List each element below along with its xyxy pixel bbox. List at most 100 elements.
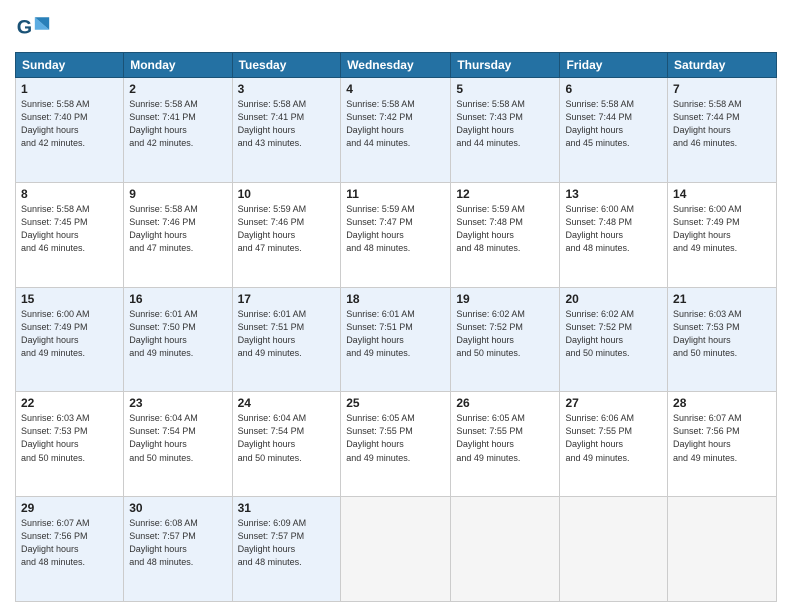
- header-cell-monday: Monday: [124, 53, 232, 78]
- header-cell-wednesday: Wednesday: [341, 53, 451, 78]
- day-info: Sunrise: 6:03 AMSunset: 7:53 PMDaylight …: [673, 308, 771, 360]
- header-cell-thursday: Thursday: [451, 53, 560, 78]
- day-info: Sunrise: 5:58 AMSunset: 7:45 PMDaylight …: [21, 203, 118, 255]
- day-info: Sunrise: 5:59 AMSunset: 7:47 PMDaylight …: [346, 203, 445, 255]
- day-cell: 9 Sunrise: 5:58 AMSunset: 7:46 PMDayligh…: [124, 182, 232, 287]
- day-info: Sunrise: 5:58 AMSunset: 7:44 PMDaylight …: [565, 98, 662, 150]
- day-cell: 10 Sunrise: 5:59 AMSunset: 7:46 PMDaylig…: [232, 182, 341, 287]
- day-number: 30: [129, 501, 226, 515]
- day-number: 4: [346, 82, 445, 96]
- day-cell: [668, 497, 777, 602]
- day-info: Sunrise: 6:02 AMSunset: 7:52 PMDaylight …: [565, 308, 662, 360]
- day-info: Sunrise: 5:58 AMSunset: 7:40 PMDaylight …: [21, 98, 118, 150]
- header: G: [15, 10, 777, 46]
- day-number: 2: [129, 82, 226, 96]
- day-number: 19: [456, 292, 554, 306]
- header-cell-friday: Friday: [560, 53, 668, 78]
- calendar-table: SundayMondayTuesdayWednesdayThursdayFrid…: [15, 52, 777, 602]
- day-cell: 8 Sunrise: 5:58 AMSunset: 7:45 PMDayligh…: [16, 182, 124, 287]
- day-number: 21: [673, 292, 771, 306]
- day-info: Sunrise: 6:02 AMSunset: 7:52 PMDaylight …: [456, 308, 554, 360]
- day-number: 23: [129, 396, 226, 410]
- day-number: 28: [673, 396, 771, 410]
- day-info: Sunrise: 6:06 AMSunset: 7:55 PMDaylight …: [565, 412, 662, 464]
- day-cell: 28 Sunrise: 6:07 AMSunset: 7:56 PMDaylig…: [668, 392, 777, 497]
- day-number: 25: [346, 396, 445, 410]
- day-info: Sunrise: 5:59 AMSunset: 7:46 PMDaylight …: [238, 203, 336, 255]
- day-number: 12: [456, 187, 554, 201]
- day-cell: 25 Sunrise: 6:05 AMSunset: 7:55 PMDaylig…: [341, 392, 451, 497]
- header-cell-sunday: Sunday: [16, 53, 124, 78]
- day-info: Sunrise: 6:05 AMSunset: 7:55 PMDaylight …: [456, 412, 554, 464]
- day-cell: 21 Sunrise: 6:03 AMSunset: 7:53 PMDaylig…: [668, 287, 777, 392]
- day-cell: 29 Sunrise: 6:07 AMSunset: 7:56 PMDaylig…: [16, 497, 124, 602]
- day-info: Sunrise: 6:04 AMSunset: 7:54 PMDaylight …: [238, 412, 336, 464]
- day-cell: 6 Sunrise: 5:58 AMSunset: 7:44 PMDayligh…: [560, 78, 668, 183]
- day-number: 9: [129, 187, 226, 201]
- day-number: 26: [456, 396, 554, 410]
- day-info: Sunrise: 5:58 AMSunset: 7:41 PMDaylight …: [238, 98, 336, 150]
- day-info: Sunrise: 6:04 AMSunset: 7:54 PMDaylight …: [129, 412, 226, 464]
- day-number: 20: [565, 292, 662, 306]
- day-number: 11: [346, 187, 445, 201]
- day-cell: 15 Sunrise: 6:00 AMSunset: 7:49 PMDaylig…: [16, 287, 124, 392]
- day-number: 24: [238, 396, 336, 410]
- day-cell: 19 Sunrise: 6:02 AMSunset: 7:52 PMDaylig…: [451, 287, 560, 392]
- day-cell: 23 Sunrise: 6:04 AMSunset: 7:54 PMDaylig…: [124, 392, 232, 497]
- day-info: Sunrise: 6:01 AMSunset: 7:51 PMDaylight …: [346, 308, 445, 360]
- day-cell: 1 Sunrise: 5:58 AMSunset: 7:40 PMDayligh…: [16, 78, 124, 183]
- day-info: Sunrise: 5:59 AMSunset: 7:48 PMDaylight …: [456, 203, 554, 255]
- svg-text:G: G: [17, 16, 32, 38]
- header-cell-tuesday: Tuesday: [232, 53, 341, 78]
- day-number: 7: [673, 82, 771, 96]
- day-cell: 12 Sunrise: 5:59 AMSunset: 7:48 PMDaylig…: [451, 182, 560, 287]
- day-cell: 2 Sunrise: 5:58 AMSunset: 7:41 PMDayligh…: [124, 78, 232, 183]
- day-info: Sunrise: 6:00 AMSunset: 7:48 PMDaylight …: [565, 203, 662, 255]
- day-info: Sunrise: 6:05 AMSunset: 7:55 PMDaylight …: [346, 412, 445, 464]
- page: G SundayMondayTuesdayWednesdayThursdayFr…: [0, 0, 792, 612]
- day-number: 27: [565, 396, 662, 410]
- header-cell-saturday: Saturday: [668, 53, 777, 78]
- day-cell: 27 Sunrise: 6:06 AMSunset: 7:55 PMDaylig…: [560, 392, 668, 497]
- day-number: 31: [238, 501, 336, 515]
- day-cell: 4 Sunrise: 5:58 AMSunset: 7:42 PMDayligh…: [341, 78, 451, 183]
- day-cell: 22 Sunrise: 6:03 AMSunset: 7:53 PMDaylig…: [16, 392, 124, 497]
- day-number: 13: [565, 187, 662, 201]
- day-info: Sunrise: 6:01 AMSunset: 7:51 PMDaylight …: [238, 308, 336, 360]
- day-number: 15: [21, 292, 118, 306]
- day-info: Sunrise: 6:09 AMSunset: 7:57 PMDaylight …: [238, 517, 336, 569]
- day-number: 17: [238, 292, 336, 306]
- day-cell: 18 Sunrise: 6:01 AMSunset: 7:51 PMDaylig…: [341, 287, 451, 392]
- week-row-1: 1 Sunrise: 5:58 AMSunset: 7:40 PMDayligh…: [16, 78, 777, 183]
- week-row-4: 22 Sunrise: 6:03 AMSunset: 7:53 PMDaylig…: [16, 392, 777, 497]
- day-info: Sunrise: 6:07 AMSunset: 7:56 PMDaylight …: [21, 517, 118, 569]
- day-cell: 30 Sunrise: 6:08 AMSunset: 7:57 PMDaylig…: [124, 497, 232, 602]
- day-cell: 7 Sunrise: 5:58 AMSunset: 7:44 PMDayligh…: [668, 78, 777, 183]
- day-info: Sunrise: 5:58 AMSunset: 7:46 PMDaylight …: [129, 203, 226, 255]
- day-cell: [341, 497, 451, 602]
- day-cell: 31 Sunrise: 6:09 AMSunset: 7:57 PMDaylig…: [232, 497, 341, 602]
- day-cell: 16 Sunrise: 6:01 AMSunset: 7:50 PMDaylig…: [124, 287, 232, 392]
- day-number: 22: [21, 396, 118, 410]
- day-cell: 3 Sunrise: 5:58 AMSunset: 7:41 PMDayligh…: [232, 78, 341, 183]
- day-info: Sunrise: 6:00 AMSunset: 7:49 PMDaylight …: [21, 308, 118, 360]
- week-row-2: 8 Sunrise: 5:58 AMSunset: 7:45 PMDayligh…: [16, 182, 777, 287]
- day-info: Sunrise: 5:58 AMSunset: 7:41 PMDaylight …: [129, 98, 226, 150]
- day-cell: 26 Sunrise: 6:05 AMSunset: 7:55 PMDaylig…: [451, 392, 560, 497]
- logo: G: [15, 10, 55, 46]
- day-cell: 20 Sunrise: 6:02 AMSunset: 7:52 PMDaylig…: [560, 287, 668, 392]
- week-row-3: 15 Sunrise: 6:00 AMSunset: 7:49 PMDaylig…: [16, 287, 777, 392]
- header-row: SundayMondayTuesdayWednesdayThursdayFrid…: [16, 53, 777, 78]
- day-number: 3: [238, 82, 336, 96]
- day-number: 18: [346, 292, 445, 306]
- day-info: Sunrise: 6:01 AMSunset: 7:50 PMDaylight …: [129, 308, 226, 360]
- day-info: Sunrise: 6:03 AMSunset: 7:53 PMDaylight …: [21, 412, 118, 464]
- day-cell: [560, 497, 668, 602]
- day-cell: 17 Sunrise: 6:01 AMSunset: 7:51 PMDaylig…: [232, 287, 341, 392]
- week-row-5: 29 Sunrise: 6:07 AMSunset: 7:56 PMDaylig…: [16, 497, 777, 602]
- day-cell: 14 Sunrise: 6:00 AMSunset: 7:49 PMDaylig…: [668, 182, 777, 287]
- day-number: 5: [456, 82, 554, 96]
- day-number: 8: [21, 187, 118, 201]
- logo-icon: G: [15, 10, 51, 46]
- day-info: Sunrise: 5:58 AMSunset: 7:44 PMDaylight …: [673, 98, 771, 150]
